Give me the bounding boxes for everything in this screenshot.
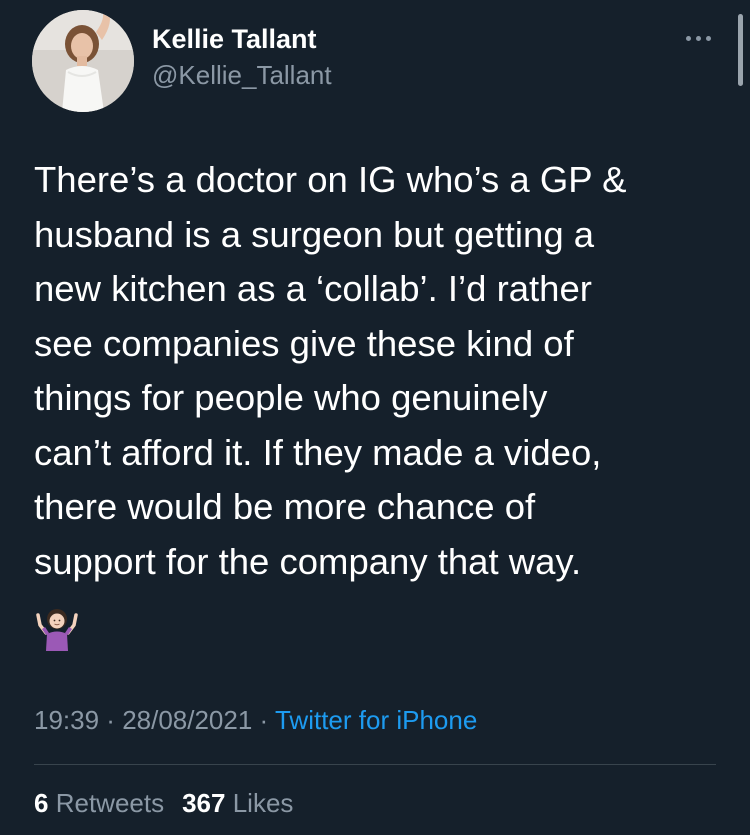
- tweet-stats: 6 Retweets 367 Likes: [34, 788, 293, 819]
- retweets-stat[interactable]: 6 Retweets: [34, 788, 164, 818]
- divider: [34, 764, 716, 765]
- meta-separator: ·: [252, 705, 275, 735]
- display-name[interactable]: Kellie Tallant: [152, 24, 317, 55]
- retweets-label: Retweets: [55, 788, 165, 818]
- tweet-date[interactable]: 28/08/2021: [122, 705, 252, 735]
- more-horizontal-icon-dot: [705, 35, 711, 41]
- meta-separator: ·: [99, 705, 123, 735]
- tweet-source-link[interactable]: Twitter for iPhone: [275, 705, 477, 735]
- retweets-count: 6: [34, 788, 49, 818]
- more-options-button[interactable]: [676, 26, 720, 50]
- person-shrugging-emoji-icon: [34, 605, 80, 651]
- more-horizontal-icon: [685, 35, 691, 41]
- likes-stat[interactable]: 367 Likes: [182, 788, 293, 818]
- tweet-metadata: 19:39 · 28/08/2021 · Twitter for iPhone: [34, 705, 477, 736]
- scrollbar[interactable]: [738, 14, 743, 86]
- avatar[interactable]: [32, 10, 134, 112]
- tweet-time[interactable]: 19:39: [34, 705, 99, 735]
- tweet-text: There’s a doctor on IG who’s a GP & husb…: [34, 159, 627, 582]
- more-horizontal-icon-dot: [695, 35, 701, 41]
- user-handle[interactable]: @Kellie_Tallant: [152, 60, 332, 91]
- likes-count: 367: [182, 788, 226, 818]
- likes-label: Likes: [232, 788, 294, 818]
